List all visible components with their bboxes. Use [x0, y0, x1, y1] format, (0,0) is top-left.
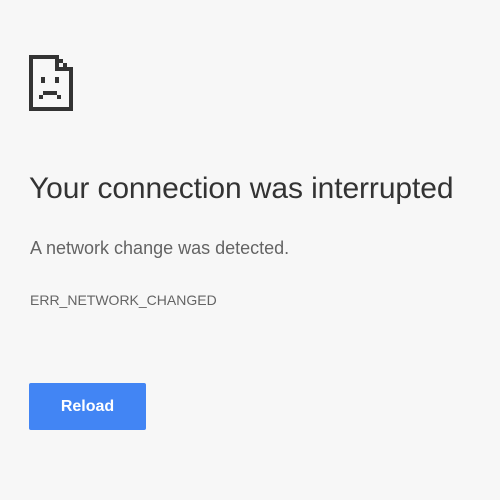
error-page: Your connection was interrupted A networ… [0, 0, 500, 500]
error-code: ERR_NETWORK_CHANGED [30, 292, 217, 308]
error-headline: Your connection was interrupted [29, 172, 454, 205]
reload-button[interactable]: Reload [29, 383, 146, 430]
error-message: A network change was detected. [30, 238, 290, 258]
sad-page-icon [29, 55, 73, 111]
